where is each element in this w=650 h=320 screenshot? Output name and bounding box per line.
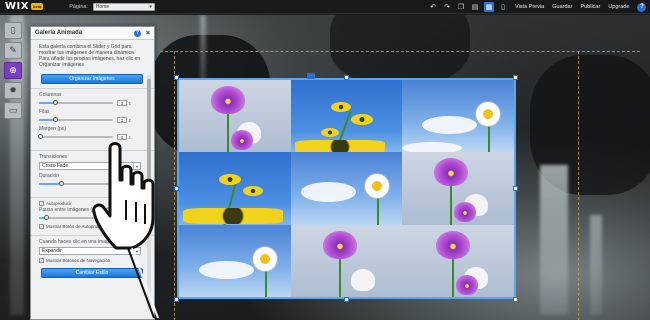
columns-label: Columnas (39, 92, 62, 98)
add-button[interactable]: ⊕ (4, 62, 22, 79)
left-sidebar: ▯ ✎ ⊕ ✹ ▭ (4, 22, 22, 119)
gallery-grid (179, 80, 514, 297)
publish-button[interactable]: Publicar (580, 4, 600, 10)
slider-thumb[interactable] (44, 215, 50, 220)
gallery-image[interactable] (402, 224, 514, 297)
animated-gallery[interactable] (177, 78, 516, 299)
top-toolbar: WIX beta Página: Home ▾ ↶ ↷ ❐ ▤ ▦ ▯ Vist… (0, 0, 650, 14)
organize-images-button[interactable]: Organizar Imágenes (41, 74, 143, 84)
page-icon: ▯ (10, 25, 16, 35)
resize-handle[interactable] (513, 75, 518, 80)
margin-slider[interactable] (38, 134, 113, 139)
resize-handle[interactable] (174, 186, 179, 191)
top-menu: Vista Previa Guardar Publicar Upgrade ? (515, 0, 647, 14)
hand-cursor-icon (92, 142, 159, 319)
waterfall-shape (590, 215, 602, 315)
slider-thumb[interactable] (53, 100, 59, 105)
resize-handle[interactable] (344, 75, 349, 80)
gallery-image[interactable] (402, 80, 514, 153)
resize-handle[interactable] (344, 297, 349, 302)
resize-handle[interactable] (174, 75, 179, 80)
waterfall-shape (200, 15, 206, 85)
gallery-image[interactable] (290, 224, 403, 297)
save-button[interactable]: Guardar (552, 4, 572, 10)
waterfall-shape (540, 165, 568, 315)
upgrade-button[interactable]: Upgrade (608, 4, 629, 10)
chevron-down-icon: ▾ (149, 3, 152, 10)
divider (31, 88, 154, 89)
paste-icon[interactable]: ▤ (470, 2, 480, 12)
click-action-value: Expandir (42, 248, 62, 254)
beta-badge: beta (30, 3, 44, 10)
rotate-handle[interactable] (307, 73, 315, 79)
gallery-image[interactable] (290, 152, 403, 225)
undo-icon[interactable]: ↶ (428, 2, 438, 12)
gallery-image[interactable] (179, 224, 291, 297)
stepper-icon[interactable]: ⇕ (128, 135, 131, 140)
help-icon[interactable]: ? (133, 29, 141, 37)
grid-icon[interactable]: ▦ (484, 2, 494, 12)
app-market-button[interactable]: ▭ (4, 102, 22, 119)
stepper-icon[interactable]: ⇕ (128, 118, 131, 123)
gallery-image[interactable] (290, 80, 403, 153)
guide-line (160, 51, 640, 52)
autoplay-label: Autoproducir (46, 201, 72, 206)
redo-icon[interactable]: ↷ (442, 2, 452, 12)
wix-logo[interactable]: WIX (5, 1, 29, 12)
rows-label: Filas (39, 109, 50, 115)
columns-slider[interactable] (39, 100, 113, 105)
slider-fill (39, 183, 61, 185)
resize-handle[interactable] (513, 186, 518, 191)
slider-thumb[interactable] (38, 134, 44, 139)
panel-title: Galería Animada (35, 30, 83, 36)
preview-button[interactable]: Vista Previa (515, 4, 544, 10)
gallery-image[interactable] (402, 152, 514, 225)
rows-slider[interactable] (39, 117, 113, 122)
slider-thumb[interactable] (53, 117, 59, 122)
slider-thumb[interactable] (59, 181, 64, 186)
show-nav-checkbox[interactable]: ✓ (39, 258, 44, 263)
show-autoplay-checkbox[interactable]: ✓ (39, 224, 44, 229)
editor-tools: ↶ ↷ ❐ ▤ ▦ ▯ (428, 2, 508, 12)
close-icon[interactable]: × (146, 30, 150, 37)
panel-description: Esta galería combina el Slider y Grid pa… (39, 44, 141, 68)
page-select[interactable]: Home ▾ (92, 2, 155, 11)
pages-button[interactable]: ▯ (4, 22, 22, 39)
autoplay-checkbox[interactable] (39, 201, 44, 206)
rock-shape (330, 15, 470, 85)
pause-slider[interactable] (39, 215, 99, 220)
columns-slider-row: 3 ⇕ (39, 100, 145, 106)
settings-button[interactable]: ✹ (4, 82, 22, 99)
margin-label: Margen (px) (39, 126, 66, 132)
rows-input[interactable]: 3 (117, 117, 127, 123)
market-icon: ▭ (8, 105, 18, 115)
page-label: Página: (69, 3, 88, 10)
gallery-image[interactable] (179, 80, 291, 153)
copy-icon[interactable]: ❐ (456, 2, 466, 12)
gallery-image[interactable] (179, 152, 291, 225)
page-select-value: Home (95, 3, 110, 10)
resize-handle[interactable] (513, 297, 518, 302)
rows-slider-row: 3 ⇕ (39, 117, 145, 123)
brush-icon: ✎ (9, 45, 17, 55)
stepper-icon[interactable]: ⇕ (128, 101, 131, 106)
help-icon[interactable]: ? (637, 2, 647, 12)
design-button[interactable]: ✎ (4, 42, 22, 59)
mobile-view-icon[interactable]: ▯ (498, 2, 508, 12)
panel-header: Galería Animada ? × (31, 27, 154, 40)
resize-handle[interactable] (174, 297, 179, 302)
guide-line (578, 51, 579, 320)
gear-icon: ✹ (9, 85, 17, 95)
columns-input[interactable]: 3 (117, 100, 127, 106)
plus-icon: ⊕ (9, 65, 17, 75)
transition-value: Cross-Fade (42, 163, 69, 169)
